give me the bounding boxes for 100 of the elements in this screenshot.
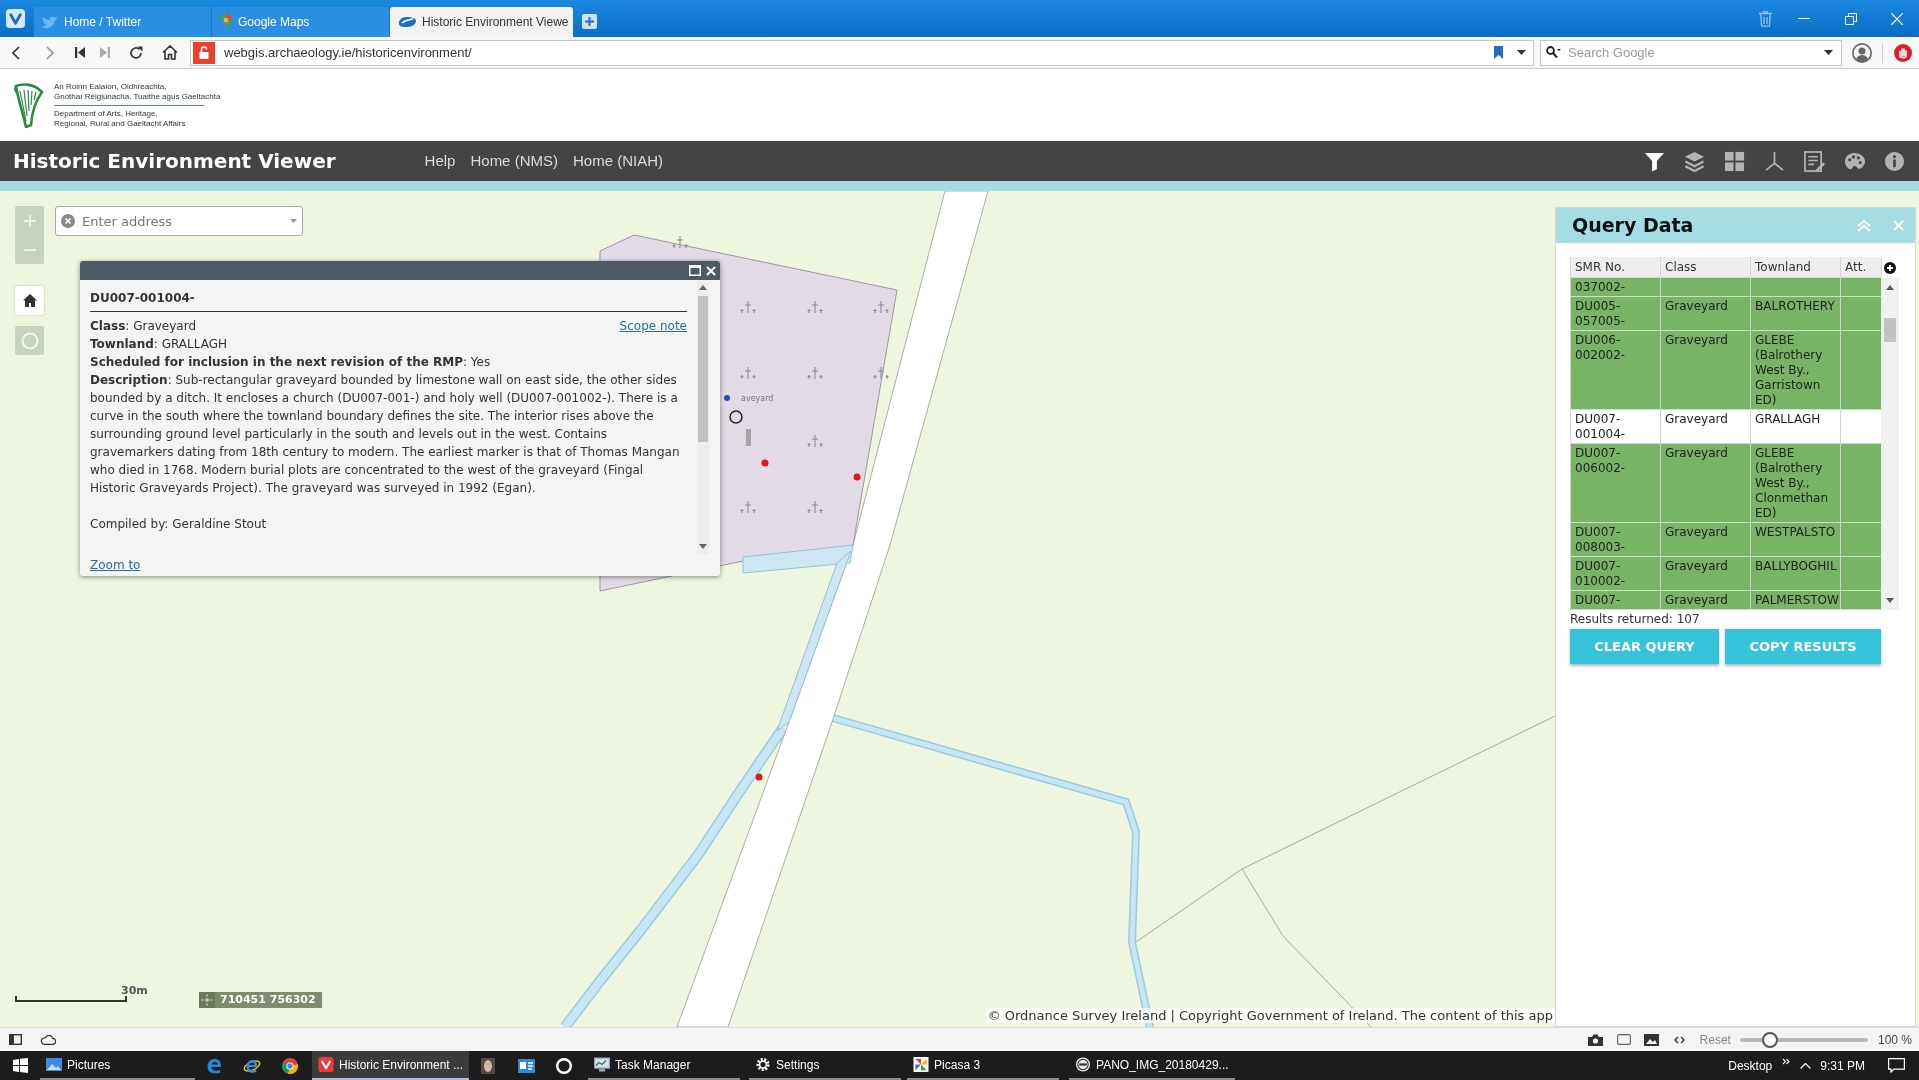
compiled-by-text: Compiled by: Geraldine Stout	[90, 516, 268, 533]
dropdown-icon[interactable]	[1517, 49, 1526, 55]
table-row[interactable]: 037002-	[1571, 278, 1881, 297]
table-row[interactable]: DU005-057005- Graveyard BALROTHERY	[1571, 297, 1881, 331]
grave-cross-icon	[739, 500, 757, 514]
clear-icon[interactable]	[61, 214, 75, 228]
cloud-icon[interactable]	[40, 1034, 56, 1045]
info-icon[interactable]	[1884, 150, 1905, 172]
start-icon[interactable]	[12, 1058, 28, 1073]
scrollbar[interactable]	[697, 280, 709, 554]
photo-thumbnail-icon[interactable]	[481, 1057, 496, 1074]
taskbar-item[interactable]: Picasa 3	[907, 1051, 1060, 1080]
scrollbar[interactable]	[1881, 278, 1899, 610]
taskbar-item[interactable]: Task Manager	[588, 1051, 741, 1080]
desktop-toolbar-label[interactable]: Desktop	[1728, 1056, 1773, 1075]
rewind-icon[interactable]	[75, 47, 85, 58]
code-icon[interactable]	[1673, 1035, 1685, 1044]
palette-icon[interactable]	[1844, 150, 1865, 172]
address-search-field[interactable]: Enter address	[55, 206, 303, 236]
image-icon[interactable]	[1643, 1033, 1659, 1046]
filter-icon[interactable]	[1644, 150, 1665, 172]
window-icon[interactable]	[1616, 1034, 1631, 1045]
column-header[interactable]: SMR No.	[1571, 257, 1661, 277]
bookmark-icon[interactable]	[1494, 45, 1503, 59]
panel-toggle-icon[interactable]	[9, 1034, 22, 1045]
table-row[interactable]: DU007-001004- Graveyard GRALLAGH	[1571, 410, 1881, 444]
slider-thumb[interactable]	[1762, 1031, 1779, 1048]
column-header[interactable]: Att.	[1841, 257, 1882, 277]
axes-icon[interactable]	[1764, 150, 1785, 172]
reload-icon[interactable]	[129, 45, 143, 60]
browser-app-icon	[318, 1057, 334, 1072]
taskbar-item[interactable]: Historic Environment ...	[312, 1051, 470, 1080]
grid-icon[interactable]	[1724, 150, 1745, 172]
nav-link[interactable]: Home (NMS)	[470, 149, 558, 173]
circle-icon[interactable]	[556, 1057, 573, 1074]
chevron-up-icon[interactable]	[1800, 1062, 1812, 1069]
site-marker[interactable]	[755, 773, 763, 781]
list-edit-icon[interactable]	[1804, 150, 1825, 172]
back-icon[interactable]	[12, 45, 20, 60]
table-cell: DU007-	[1571, 591, 1661, 609]
clock[interactable]: 9:31 PM	[1820, 1056, 1865, 1075]
ie-icon[interactable]	[243, 1057, 261, 1074]
restore-icon[interactable]	[1845, 12, 1857, 25]
zoom-slider[interactable]	[1739, 1031, 1868, 1048]
add-column-icon[interactable]	[1884, 261, 1896, 274]
table-cell: DU007-006002-	[1571, 444, 1661, 522]
table-cell: DU007-010002-	[1571, 557, 1661, 590]
ring-icon	[20, 331, 39, 350]
map[interactable]	[0, 191, 1919, 1027]
new-tab-icon[interactable]	[581, 14, 597, 29]
browser-tab[interactable]: Historic Environment Viewe	[390, 7, 573, 37]
profile-icon[interactable]	[1852, 42, 1872, 63]
table-row[interactable]: DU007-010002- Graveyard BALLYBOGHIL	[1571, 557, 1881, 591]
forward-icon[interactable]	[46, 45, 54, 60]
search-icon[interactable]	[1546, 45, 1561, 59]
search-field[interactable]: Search Google	[1540, 39, 1842, 66]
table-row[interactable]: DU006-002002- Graveyard GLEBE (Balrothery West By., Garristown ED)	[1571, 331, 1881, 410]
notification-icon[interactable]	[1888, 1058, 1905, 1073]
caret-icon[interactable]	[290, 219, 297, 223]
home-icon	[22, 294, 37, 307]
grave-cross-icon	[739, 300, 757, 314]
taskbar-item[interactable]: Settings	[749, 1051, 902, 1080]
table-cell: GRALLAGH	[1751, 410, 1841, 443]
taskbar-item[interactable]: Pictures	[40, 1051, 195, 1080]
trash-icon[interactable]	[1759, 10, 1772, 27]
nav-link[interactable]: Home (NIAH)	[572, 149, 663, 173]
scrollbar-thumb[interactable]	[698, 296, 708, 442]
home-button[interactable]	[15, 286, 44, 315]
site-marker[interactable]	[761, 459, 769, 467]
scope-note-link[interactable]: Scope note	[619, 317, 687, 335]
table-row[interactable]: DU007- Graveyard PALMERSTOW	[1571, 591, 1881, 610]
map-label: aveyard	[741, 394, 774, 404]
column-header[interactable]: Townland	[1751, 257, 1841, 277]
layers-icon[interactable]	[1684, 150, 1705, 172]
close-icon[interactable]	[1891, 12, 1903, 25]
chrome-icon[interactable]	[282, 1057, 298, 1074]
site-marker[interactable]	[853, 473, 861, 481]
column-header[interactable]: Class	[1661, 257, 1751, 277]
browser-logo-icon[interactable]	[6, 9, 25, 28]
camera-icon[interactable]	[1587, 1033, 1603, 1046]
home-icon[interactable]	[162, 45, 178, 60]
grave-cross-icon	[806, 500, 824, 514]
nav-link[interactable]: Help	[424, 149, 456, 173]
record-field: Scheduled for inclusion in the next revision of the RMP: Yes	[90, 353, 687, 371]
lock-badge-icon[interactable]	[193, 41, 215, 64]
table-row[interactable]: DU007-006002- Graveyard GLEBE (Balrothery West By., Clonmethan ED)	[1571, 444, 1881, 523]
site-marker[interactable]	[724, 395, 730, 401]
block-hand-icon[interactable]	[1894, 43, 1912, 62]
address-field[interactable]: webgis.archaeology.ie/historicenvironment/	[190, 39, 1534, 66]
table-row[interactable]: DU007-008003- Graveyard WESTPALSTO	[1571, 523, 1881, 557]
close-icon[interactable]	[706, 265, 716, 276]
scrollbar-thumb[interactable]	[1884, 318, 1896, 342]
dropdown-icon[interactable]	[1824, 49, 1833, 55]
maximize-icon[interactable]	[689, 265, 701, 276]
taskbar-item[interactable]: PANO_IMG_20180429...	[1069, 1051, 1235, 1080]
double-chevron-icon[interactable]	[1782, 1058, 1791, 1065]
contact-card-icon[interactable]	[517, 1058, 535, 1073]
edge-icon[interactable]	[206, 1057, 222, 1074]
zoom-to-link[interactable]: Zoom to	[90, 558, 141, 572]
scale-label: 30m	[121, 985, 148, 997]
